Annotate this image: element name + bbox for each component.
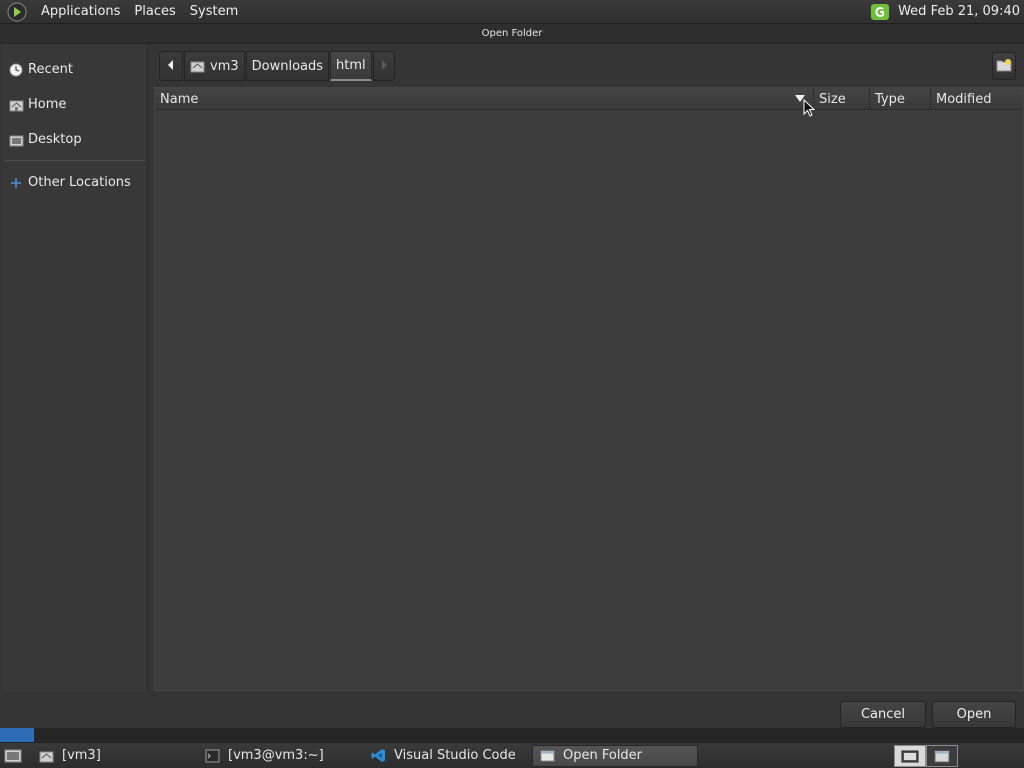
task-vm3-folder[interactable]: [vm3] [32,745,192,767]
column-modified-label: Modified [936,91,992,107]
sidebar-item-other-locations[interactable]: Other Locations [2,165,147,200]
task-open-folder[interactable]: Open Folder [532,744,698,767]
window-icon [539,748,555,764]
folder-icon [38,748,54,764]
vscode-icon [370,748,386,764]
column-size[interactable]: Size [814,88,870,110]
column-name[interactable]: Name [155,88,814,110]
mouse-cursor-icon [803,98,816,121]
file-chooser-main: vm3 Downloads html Name Size Type Modifi… [152,45,1024,692]
new-folder-icon [996,57,1012,76]
path-segment-label: Downloads [251,58,324,74]
sidebar-item-home[interactable]: Home [2,87,147,122]
dialog-title[interactable]: Open Folder [0,24,1024,44]
path-segment-html[interactable]: html [330,51,372,81]
task-label: [vm3] [62,748,101,763]
sidebar-item-label: Desktop [28,132,82,147]
chevron-left-icon [167,59,175,74]
column-size-label: Size [819,91,846,107]
column-type-label: Type [875,91,905,107]
task-vscode[interactable]: Visual Studio Code [364,745,526,767]
path-bar: vm3 Downloads html [159,51,396,81]
column-type[interactable]: Type [870,88,931,110]
chevron-right-icon [380,59,388,74]
background-app-status-bar [0,728,1024,742]
top-panel: Applications Places System Wed Feb 21, 0… [0,0,1024,24]
task-label: Visual Studio Code [394,748,516,763]
cancel-button[interactable]: Cancel [840,701,926,728]
home-icon [190,59,205,73]
path-forward-button[interactable] [372,51,395,81]
remote-indicator [0,728,34,742]
workspace-1[interactable] [894,744,926,767]
task-label: [vm3@vm3:~] [228,748,324,763]
column-name-label: Name [160,91,199,107]
terminal-icon [204,748,220,764]
task-terminal[interactable]: [vm3@vm3:~] [198,745,358,767]
path-segment-vm3[interactable]: vm3 [184,51,245,81]
column-modified[interactable]: Modified [931,88,1023,110]
system-menu[interactable]: System [183,0,245,24]
column-header: Name Size Type Modified [155,88,1023,110]
open-button[interactable]: Open [932,701,1016,728]
path-segment-downloads[interactable]: Downloads [245,51,330,81]
sidebar-item-label: Home [28,97,67,112]
sidebar-separator [4,160,145,161]
workspace-2[interactable] [926,744,958,767]
open-folder-dialog: Open Folder Recent Home Desktop Other Lo… [0,24,1024,736]
update-manager-icon[interactable] [870,3,890,21]
workspace-switcher [894,744,958,767]
path-back-button[interactable] [159,51,183,81]
desktop-icon [8,132,24,148]
sidebar-item-recent[interactable]: Recent [2,52,147,87]
places-sidebar: Recent Home Desktop Other Locations [2,45,148,692]
plus-icon [8,175,24,191]
show-desktop-button[interactable] [0,744,26,768]
bottom-taskbar: [vm3] [vm3@vm3:~] Visual Studio Code Ope… [0,742,1024,768]
sidebar-item-desktop[interactable]: Desktop [2,122,147,157]
path-segment-label: html [336,58,366,73]
path-segment-label: vm3 [210,58,239,74]
clock[interactable]: Wed Feb 21, 09:40 [898,4,1020,19]
new-folder-button[interactable] [992,52,1016,80]
clock-icon [8,62,24,78]
home-icon [8,97,24,113]
file-list[interactable]: Name Size Type Modified [154,87,1024,691]
applications-menu[interactable]: Applications [34,0,127,24]
mate-logo-icon[interactable] [6,1,28,23]
task-label: Open Folder [563,748,643,763]
sidebar-item-label: Other Locations [28,175,131,190]
places-menu[interactable]: Places [127,0,182,24]
sidebar-item-label: Recent [28,62,73,77]
